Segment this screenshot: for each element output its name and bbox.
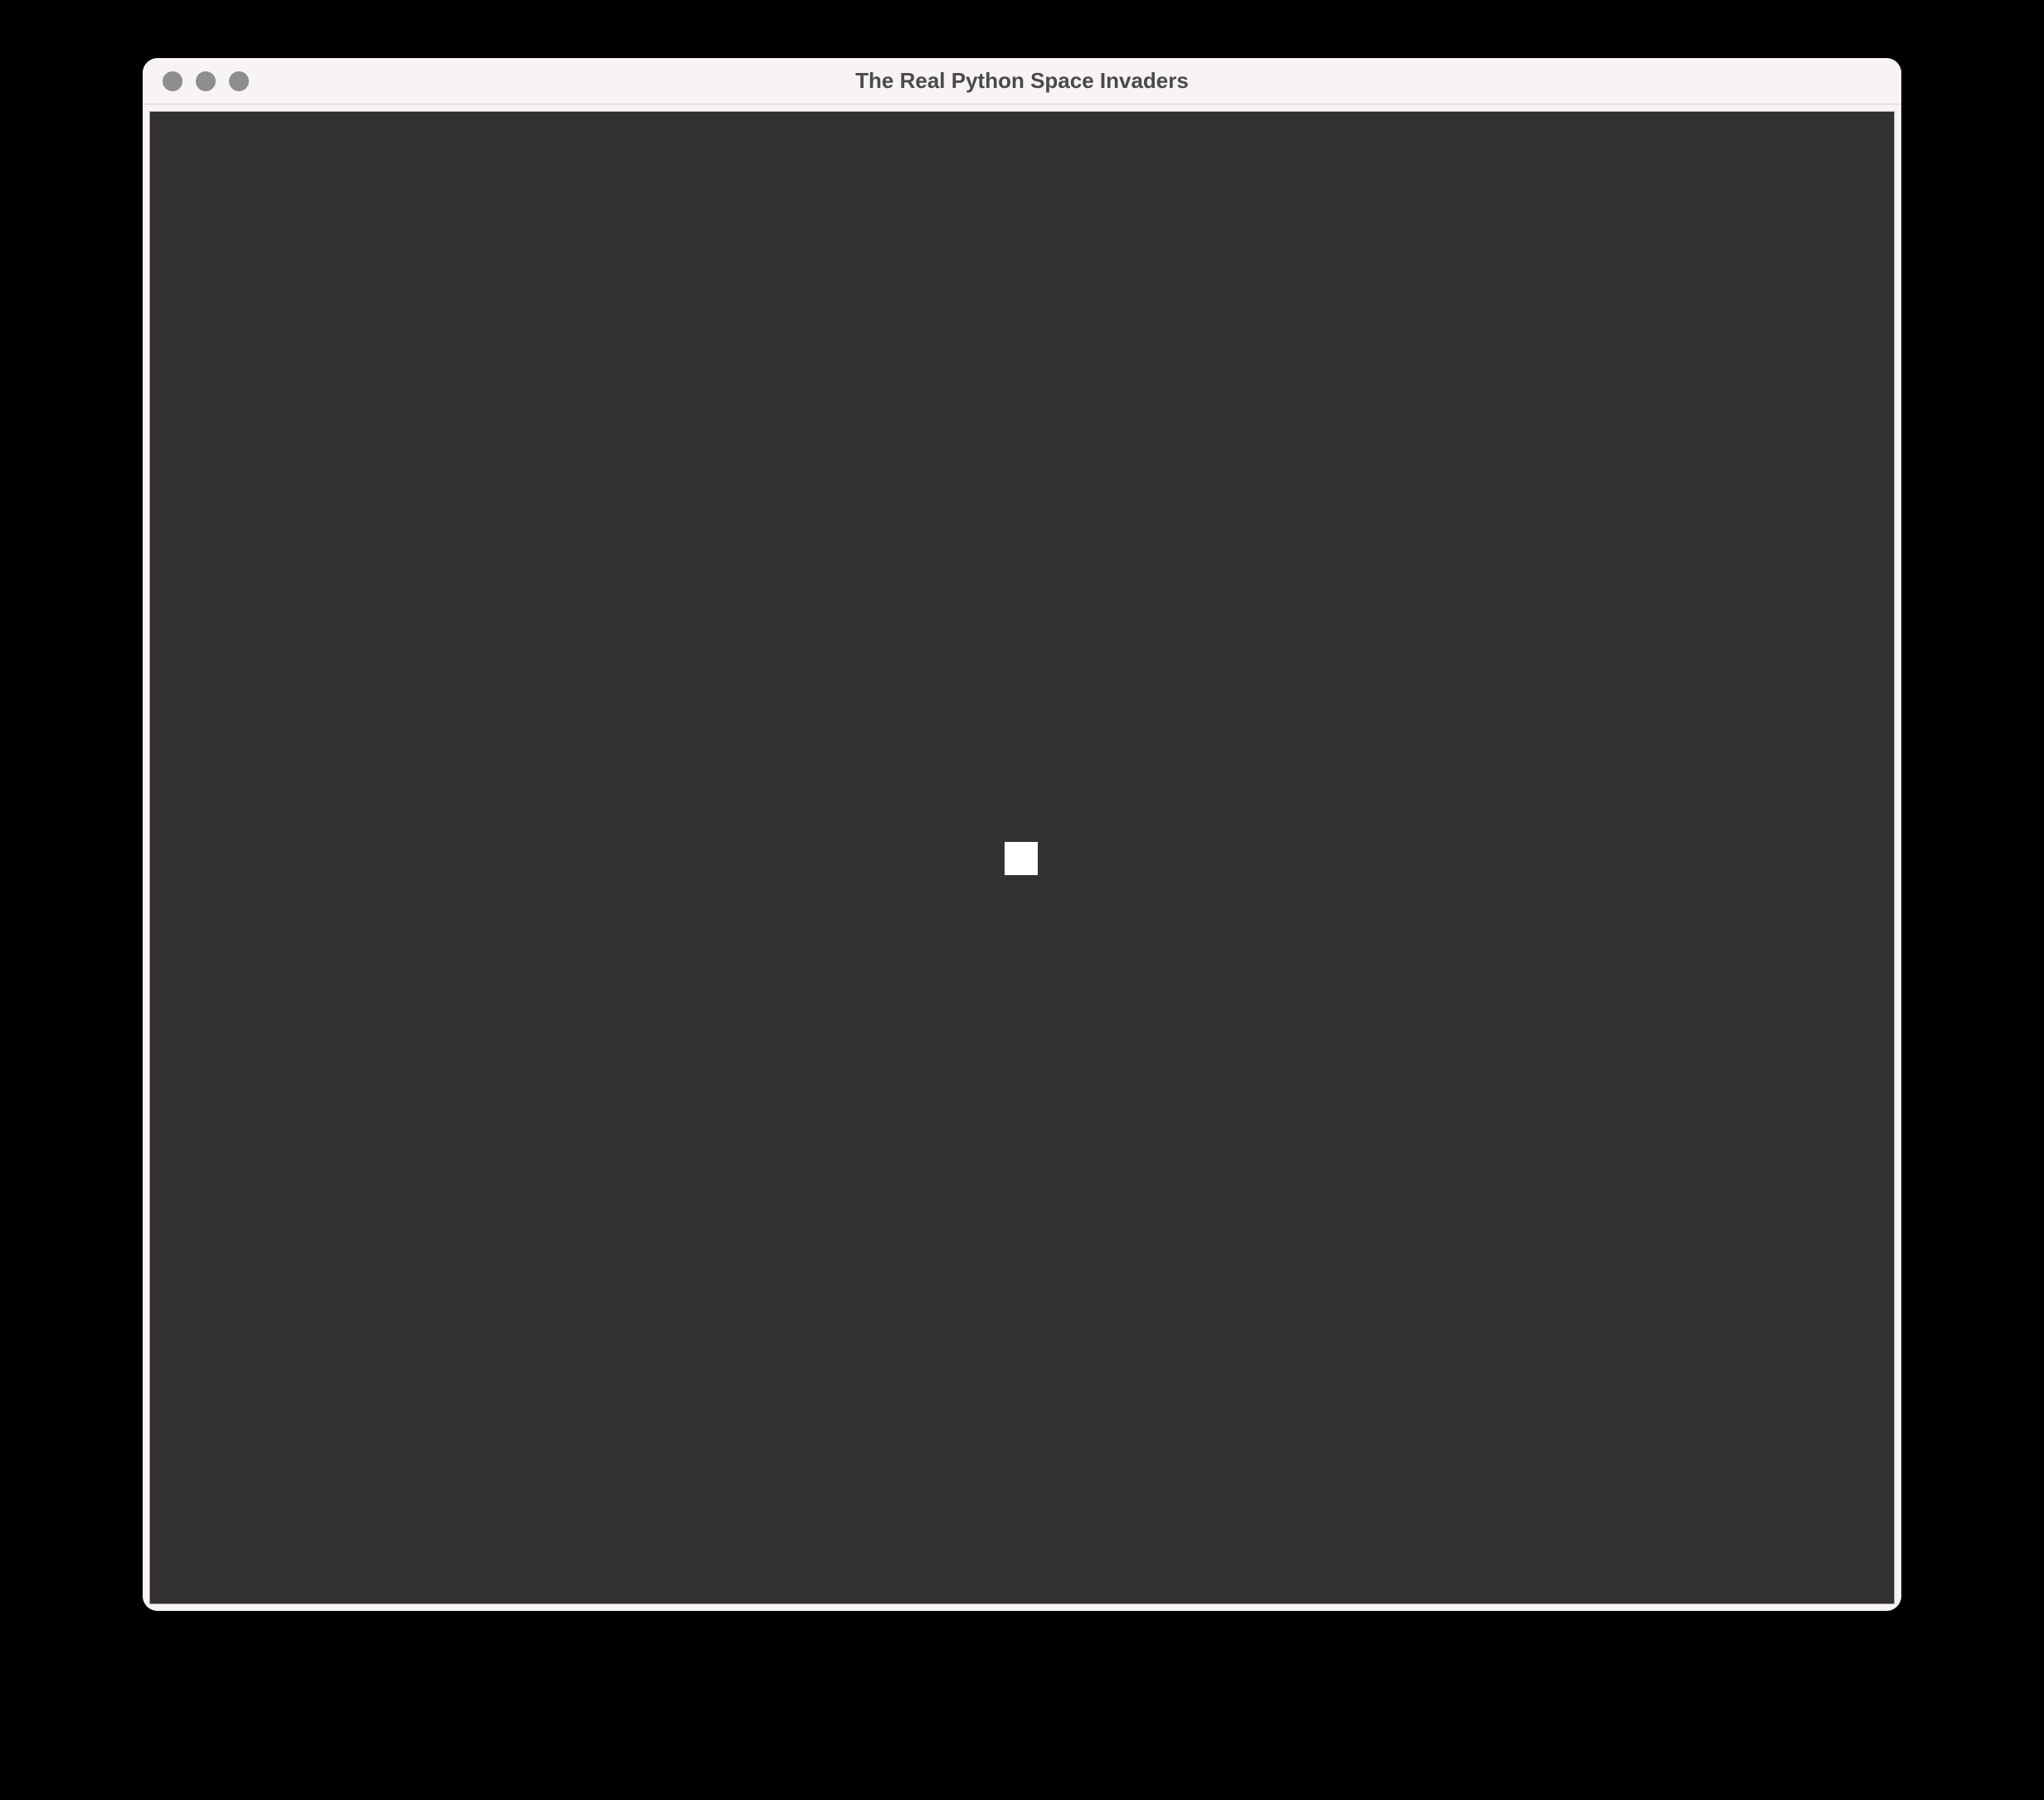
window-controls [143, 71, 249, 91]
game-canvas[interactable] [149, 111, 1895, 1604]
app-window: The Real Python Space Invaders [143, 58, 1901, 1611]
window-title: The Real Python Space Invaders [855, 68, 1189, 94]
minimize-icon[interactable] [196, 71, 216, 91]
maximize-icon[interactable] [229, 71, 249, 91]
content-wrapper [143, 105, 1901, 1611]
close-icon[interactable] [163, 71, 182, 91]
player-sprite [1005, 842, 1038, 875]
titlebar[interactable]: The Real Python Space Invaders [143, 58, 1901, 105]
